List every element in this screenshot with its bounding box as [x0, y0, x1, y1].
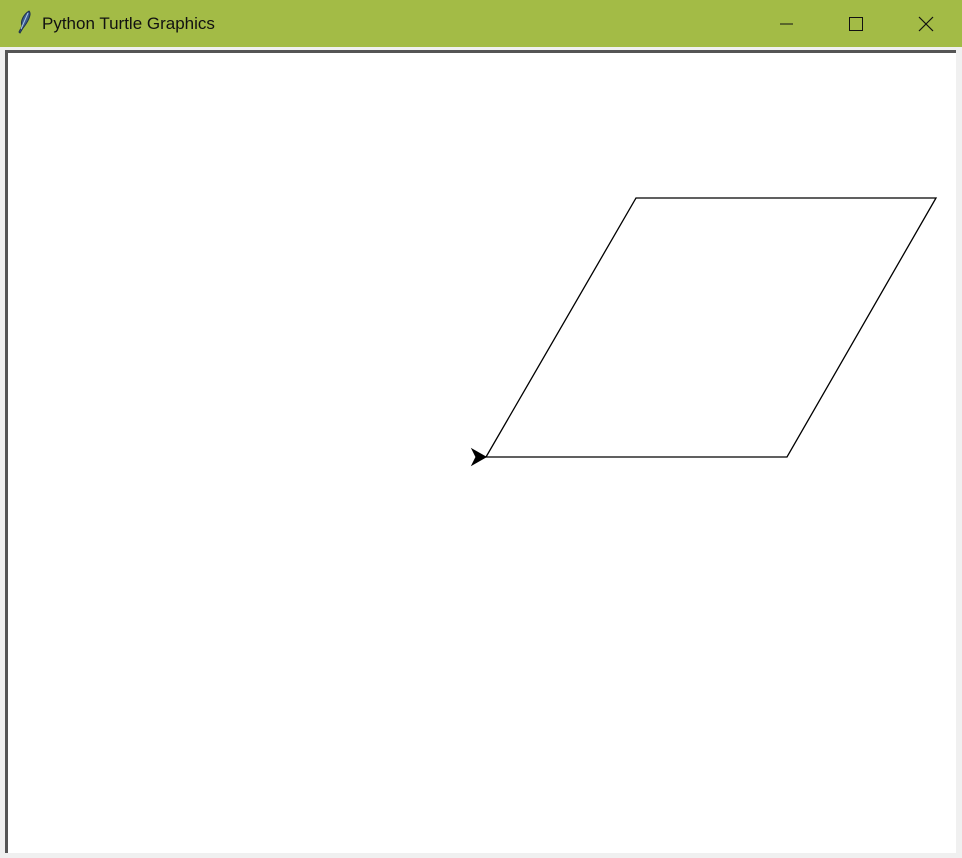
maximize-button[interactable] [821, 0, 891, 47]
minimize-icon [780, 23, 793, 25]
feather-icon [14, 10, 34, 36]
turtle-canvas[interactable] [8, 53, 954, 851]
turtle-window: Python Turtle Graphics [0, 0, 962, 858]
title-bar[interactable]: Python Turtle Graphics [0, 0, 962, 47]
maximize-icon [849, 17, 863, 31]
close-icon [918, 16, 934, 32]
parallelogram-shape [484, 197, 938, 458]
minimize-button[interactable] [751, 0, 821, 47]
turtle-cursor-icon [470, 447, 488, 467]
window-title: Python Turtle Graphics [42, 14, 215, 33]
close-button[interactable] [891, 0, 961, 47]
